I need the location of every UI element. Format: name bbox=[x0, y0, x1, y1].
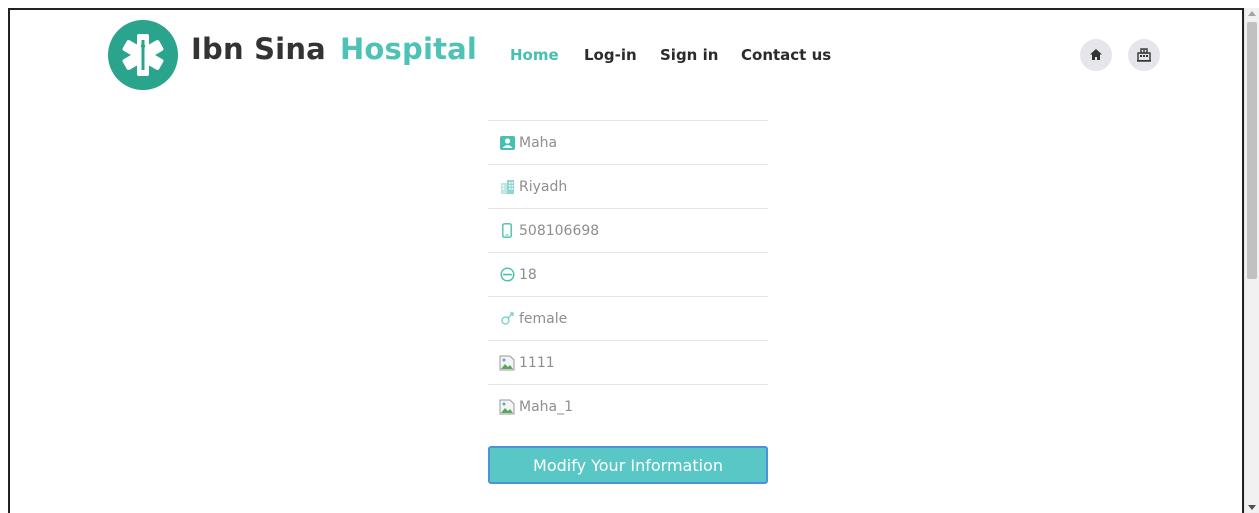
brand-title: Ibn Sina Hospital bbox=[191, 32, 477, 66]
brand-name: Ibn Sina bbox=[191, 32, 326, 66]
field-city-value: Riyadh bbox=[519, 178, 568, 195]
browser-viewport: Ibn Sina Hospital Home Log-in Sign in Con… bbox=[8, 8, 1244, 513]
scroll-thumb[interactable] bbox=[1247, 22, 1257, 279]
gender-icon bbox=[499, 311, 515, 327]
field-image-2-value: Maha_1 bbox=[519, 398, 574, 415]
field-image-1-value: 1111 bbox=[519, 354, 555, 371]
nav-signin[interactable]: Sign in bbox=[660, 46, 718, 64]
person-card-icon bbox=[499, 135, 515, 151]
field-age: 18 bbox=[488, 252, 768, 296]
field-phone-value: 508106698 bbox=[519, 222, 600, 239]
age-icon bbox=[499, 267, 515, 283]
field-image-2: Maha_1 bbox=[488, 384, 768, 428]
brand-hospital: Hospital bbox=[339, 32, 478, 66]
hospital-button[interactable] bbox=[1128, 39, 1160, 71]
scroll-up-arrow-icon[interactable] bbox=[1248, 11, 1256, 16]
home-icon bbox=[1090, 49, 1102, 60]
vertical-scrollbar[interactable] bbox=[1244, 8, 1259, 513]
field-name: Maha bbox=[488, 120, 768, 164]
field-phone: 508106698 bbox=[488, 208, 768, 252]
field-gender: female bbox=[488, 296, 768, 340]
modify-information-button[interactable]: Modify Your Information bbox=[488, 446, 768, 484]
home-button[interactable] bbox=[1080, 39, 1112, 71]
nav-home[interactable]: Home bbox=[510, 46, 559, 64]
broken-image-icon bbox=[499, 399, 515, 415]
field-age-value: 18 bbox=[519, 266, 537, 283]
hospital-icon bbox=[1137, 48, 1151, 62]
broken-image-icon bbox=[499, 355, 515, 371]
profile-card: Maha Riyadh 508106698 18 female 1111 Mah… bbox=[488, 120, 768, 428]
field-city: Riyadh bbox=[488, 164, 768, 208]
nav-contact[interactable]: Contact us bbox=[741, 46, 831, 64]
medical-star-icon bbox=[122, 34, 164, 76]
field-name-value: Maha bbox=[519, 134, 558, 151]
scroll-down-arrow-icon[interactable] bbox=[1248, 505, 1256, 510]
field-image-1: 1111 bbox=[488, 340, 768, 384]
buildings-icon bbox=[499, 179, 515, 195]
field-gender-value: female bbox=[519, 310, 568, 327]
phone-icon bbox=[499, 223, 515, 239]
logo[interactable] bbox=[108, 20, 178, 90]
nav-login[interactable]: Log-in bbox=[584, 46, 637, 64]
